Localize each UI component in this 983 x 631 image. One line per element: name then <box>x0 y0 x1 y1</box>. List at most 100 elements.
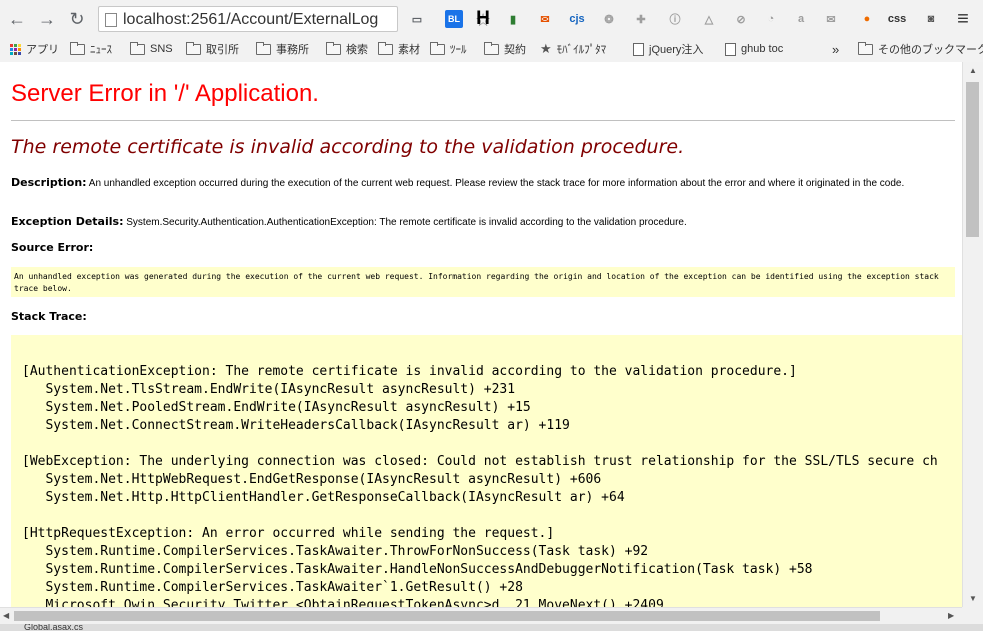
bookmark-label: 素材 <box>398 44 420 56</box>
bookmark-item[interactable]: ﾂｰﾙ <box>430 41 467 57</box>
bookmark-item[interactable]: アプリ <box>10 41 59 57</box>
other-bookmarks-label: その他のブックマーク <box>878 44 983 56</box>
drive-icon[interactable]: △ <box>700 10 718 28</box>
scrollbar-corner <box>962 607 983 624</box>
stack-trace-line: System.Net.TlsStream.EndWrite(IAsyncResu… <box>22 382 516 397</box>
stack-trace-line: [WebException: The underlying connection… <box>22 454 938 469</box>
stack-trace-line: System.Runtime.CompilerServices.TaskAwai… <box>22 562 813 577</box>
folder-icon <box>130 41 145 55</box>
vertical-scrollbar[interactable]: ▲ ▼ <box>962 62 983 607</box>
menu-icon[interactable]: ≡ <box>954 8 972 30</box>
envelope-icon[interactable]: ✉ <box>822 10 840 28</box>
exception-label: Exception Details: <box>11 215 124 228</box>
css-icon[interactable]: css <box>888 10 906 28</box>
stack-trace-line: [HttpRequestException: An error occurred… <box>22 526 555 541</box>
bookmark-label: アプリ <box>26 44 59 56</box>
bookmark-item[interactable]: jQuery注入 <box>633 41 703 57</box>
exception-block: Exception Details: System.Security.Authe… <box>11 215 955 229</box>
browser-toolbar: ← → ↻ localhost:2561/Account/ExternalLog… <box>0 0 983 38</box>
compass-icon[interactable]: ⊘ <box>732 10 750 28</box>
other-bookmarks[interactable]: その他のブックマーク <box>858 41 983 57</box>
folder-icon <box>484 41 499 55</box>
divider <box>11 120 955 121</box>
bookmark-item[interactable]: 素材 <box>378 41 420 57</box>
h-icon[interactable]: H <box>474 8 492 29</box>
bookmark-label: jQuery注入 <box>649 44 704 56</box>
folder-icon <box>858 41 873 55</box>
a-icon[interactable]: a <box>792 10 810 28</box>
bookmark-label: ﾆｭｰｽ <box>90 44 112 56</box>
page-icon <box>725 42 736 56</box>
fox-icon[interactable]: ● <box>858 10 876 28</box>
camera-icon[interactable]: ◙ <box>922 10 940 28</box>
bookmark-label: 事務所 <box>276 44 309 56</box>
stack-trace-line: [AuthenticationException: The remote cer… <box>22 364 797 379</box>
page-icon <box>105 13 117 27</box>
scroll-left-icon[interactable]: ◀ <box>3 611 9 620</box>
horizontal-scrollbar[interactable]: ◀ ▶ <box>0 607 962 624</box>
stack-trace-line: System.Net.Http.HttpClientHandler.GetRes… <box>22 490 625 505</box>
bookmark-label: 取引所 <box>206 44 239 56</box>
bookmark-item[interactable]: ﾆｭｰｽ <box>70 41 112 57</box>
stack-trace-line: System.Net.PooledStream.EndWrite(IAsyncR… <box>22 400 531 415</box>
address-bar[interactable]: localhost:2561/Account/ExternalLog ☆ <box>98 6 491 32</box>
bookmark-item[interactable]: 契約 <box>484 41 526 57</box>
reload-icon[interactable]: ↻ <box>66 8 88 30</box>
source-error-label: Source Error: <box>11 241 94 254</box>
folder-icon <box>70 41 85 55</box>
stack-trace-label: Stack Trace: <box>11 310 87 323</box>
taskbar: Global.asax.cs <box>0 624 983 631</box>
chart-ext-icon[interactable]: ▮ <box>504 10 522 28</box>
vertical-scroll-thumb[interactable] <box>966 82 979 237</box>
scroll-right-icon[interactable]: ▶ <box>948 611 954 620</box>
bookmark-label: SNS <box>150 43 173 55</box>
back-icon[interactable]: ← <box>6 8 28 30</box>
stack-trace-line: Microsoft.Owin.Security.Twitter.<ObtainR… <box>22 598 664 607</box>
bookmark-label: ﾂｰﾙ <box>450 44 467 56</box>
source-error-text: An unhandled exception was generated dur… <box>14 272 939 293</box>
rss-icon[interactable]: ◔ <box>762 10 780 28</box>
bookmarks-overflow-button[interactable]: » <box>832 41 839 57</box>
bookmarks-bar: アプリ ﾆｭｰｽ SNS 取引所 事務所 検索 素材 ﾂｰﾙ 契約 ★ ﾓﾊﾞｲﾙﾌﾟﾀﾏ jQuer… <box>0 38 983 60</box>
stack-trace-line: System.Runtime.CompilerServices.TaskAwai… <box>22 544 649 559</box>
bookmark-item[interactable]: ghub toc <box>725 41 783 57</box>
description-label: Description: <box>11 176 87 189</box>
folder-icon <box>186 41 201 55</box>
bookmark-label: 検索 <box>346 44 368 56</box>
page-title: Server Error in '/' Application. <box>11 80 319 107</box>
folder-icon <box>326 41 341 55</box>
stack-trace-line: System.Net.HttpWebRequest.EndGetResponse… <box>22 472 602 487</box>
bookmark-item[interactable]: 取引所 <box>186 41 239 57</box>
puzzle-icon[interactable]: ✚ <box>632 10 650 28</box>
bl-icon[interactable]: BL <box>445 10 463 28</box>
info-ext-icon[interactable]: ⓘ <box>666 10 684 28</box>
bookmark-item[interactable]: ★ ﾓﾊﾞｲﾙﾌﾟﾀﾏ <box>540 41 606 57</box>
folder-icon <box>256 41 271 55</box>
star-icon: ★ <box>540 41 552 56</box>
url-text[interactable]: localhost:2561/Account/ExternalLog <box>123 11 378 29</box>
error-subtitle: The remote certificate is invalid accord… <box>11 136 685 158</box>
taskbar-tab[interactable]: Global.asax.cs <box>24 624 83 631</box>
description-text: An unhandled exception occurred during t… <box>88 178 905 189</box>
stack-trace-line: System.Net.ConnectStream.WriteHeadersCal… <box>22 418 570 433</box>
horizontal-scroll-thumb[interactable] <box>14 611 880 621</box>
folder-icon <box>430 41 445 55</box>
source-error-box: An unhandled exception was generated dur… <box>11 267 955 297</box>
cjs-icon[interactable]: cjs <box>568 10 586 28</box>
bookmark-item[interactable]: 検索 <box>326 41 368 57</box>
page-content: Server Error in '/' Application. The rem… <box>0 62 962 607</box>
description-block: Description: An unhandled exception occu… <box>11 176 955 190</box>
bookmark-item[interactable]: SNS <box>130 41 173 57</box>
bookmark-label: 契約 <box>504 44 526 56</box>
stack-trace-box: [AuthenticationException: The remote cer… <box>11 335 962 607</box>
scroll-down-icon[interactable]: ▼ <box>969 594 977 603</box>
apps-icon <box>10 43 21 55</box>
scroll-up-icon[interactable]: ▲ <box>969 66 977 75</box>
leaf-icon[interactable]: ❂ <box>600 10 618 28</box>
bookmark-item[interactable]: 事務所 <box>256 41 309 57</box>
mail-ext-icon[interactable]: ✉ <box>536 10 554 28</box>
page-icon <box>633 42 644 56</box>
cast-icon[interactable]: ▭ <box>408 10 426 28</box>
forward-icon[interactable]: → <box>36 8 58 30</box>
bookmark-label: ghub toc <box>741 43 784 55</box>
